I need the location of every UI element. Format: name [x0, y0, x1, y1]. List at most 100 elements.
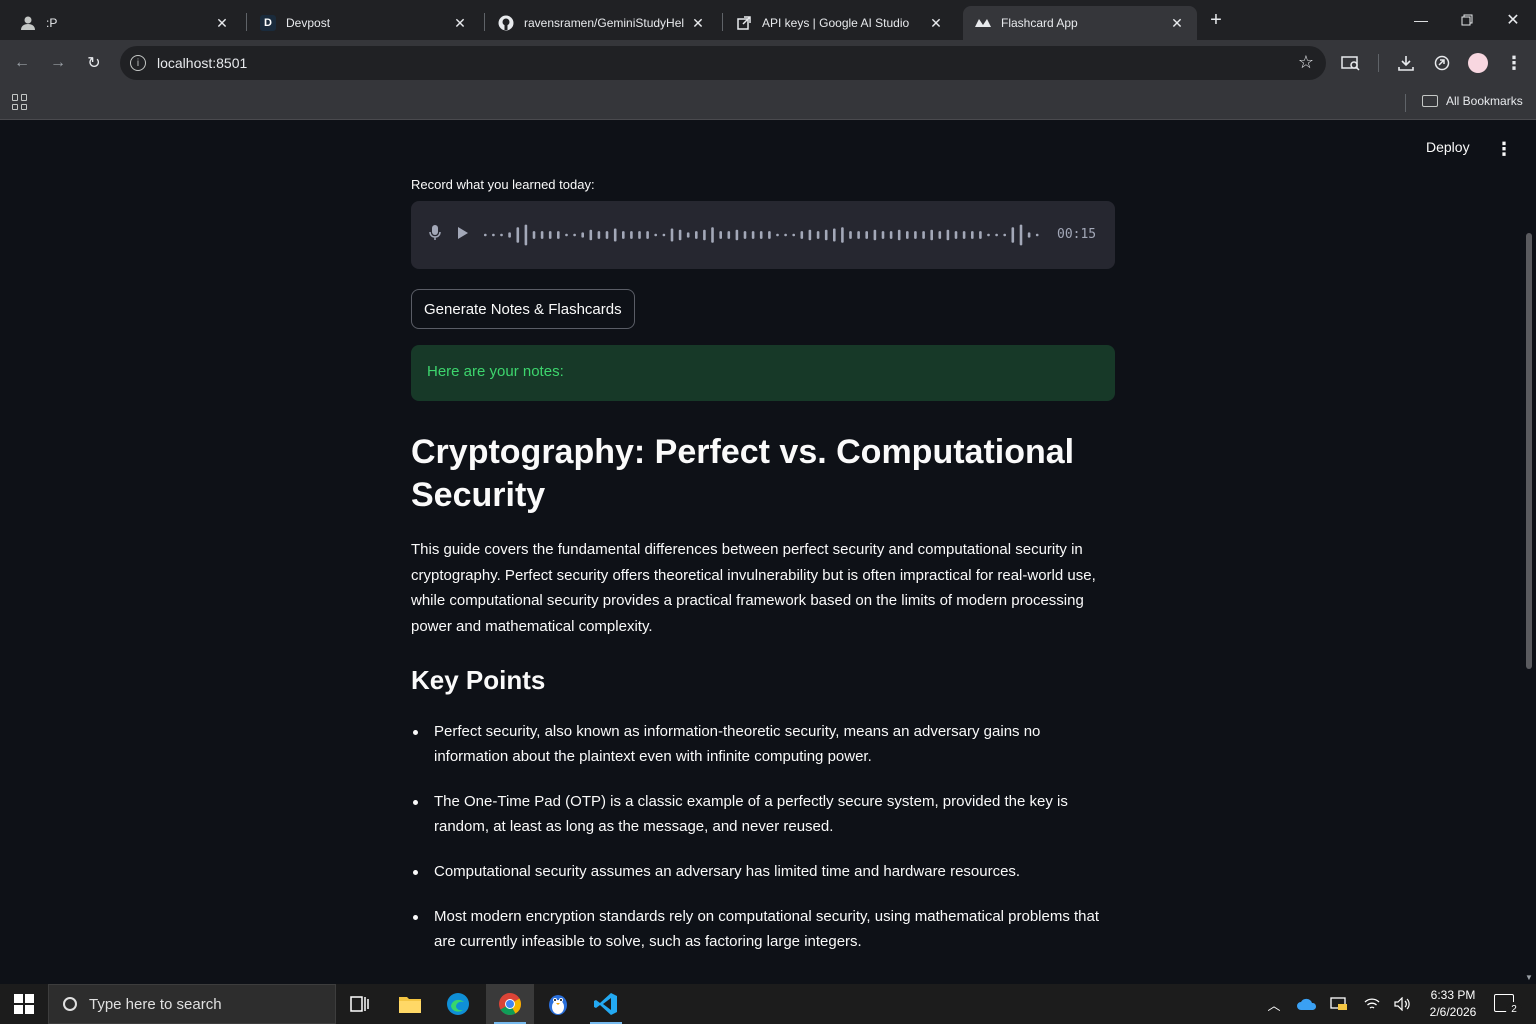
tab-profile[interactable]: :P ✕ — [8, 6, 242, 40]
vscode-icon[interactable] — [582, 984, 630, 1024]
tab-ai-studio[interactable]: API keys | Google AI Studio ✕ — [724, 6, 956, 40]
toolbar-separator — [1378, 54, 1379, 72]
app-menu-icon[interactable]: ⋮ — [1495, 139, 1513, 159]
tab-label: Flashcard App — [1001, 16, 1078, 30]
audio-recorder[interactable]: 00:15 — [411, 201, 1115, 269]
new-tab-icon[interactable]: + — [1206, 10, 1226, 30]
profile-icon — [20, 15, 36, 31]
waveform-bar — [849, 231, 852, 239]
edge-icon[interactable] — [434, 984, 482, 1024]
waveform-bar — [662, 233, 666, 237]
waveform-bar — [1011, 227, 1015, 243]
audio-time: 00:15 — [1057, 227, 1097, 242]
success-message: Here are your notes: — [427, 363, 564, 380]
waveform-bar — [995, 233, 998, 237]
bookmark-star-icon[interactable]: ☆ — [1298, 52, 1314, 73]
windows-taskbar: ︿ 6:33 PM 2/6/2026 2 — [0, 984, 1536, 1024]
waveform-bar — [914, 231, 917, 239]
address-bar[interactable]: i localhost:8501 ☆ — [120, 46, 1326, 80]
waveform-bar — [508, 232, 511, 238]
waveform-bar — [897, 229, 901, 241]
apps-grid-icon[interactable] — [12, 94, 28, 110]
waveform-bar — [930, 229, 933, 241]
url-text: localhost:8501 — [157, 55, 248, 71]
system-clock[interactable]: 6:33 PM 2/6/2026 — [1418, 987, 1488, 1021]
tab-devpost[interactable]: D Devpost ✕ — [248, 6, 480, 40]
waveform-bar — [768, 231, 771, 239]
bookmarks-bar: All Bookmarks — [0, 86, 1536, 120]
tab-github[interactable]: ravensramen/GeminiStudyHelp ✕ — [486, 6, 718, 40]
play-icon[interactable] — [458, 227, 468, 239]
key-points-heading: Key Points — [411, 665, 546, 695]
close-icon[interactable]: ✕ — [214, 15, 230, 31]
scrollbar[interactable] — [1526, 233, 1532, 669]
all-bookmarks-button[interactable]: All Bookmarks — [1422, 94, 1523, 108]
devpost-icon: D — [260, 15, 276, 31]
waveform-bar — [654, 233, 657, 237]
waveform-bar — [711, 227, 714, 243]
forward-icon[interactable]: → — [46, 51, 70, 75]
streamlit-app: Deploy ⋮ ▼ Record what you learned today… — [0, 121, 1536, 984]
scroll-down-icon[interactable]: ▼ — [1525, 973, 1533, 982]
windows-start-icon[interactable] — [14, 994, 34, 1014]
waveform-bar — [532, 231, 536, 239]
waveform-bar — [638, 231, 641, 239]
generate-notes-button[interactable]: Generate Notes & Flashcards — [411, 289, 635, 329]
window-close-icon[interactable]: ✕ — [1490, 0, 1536, 40]
waveform-bar — [906, 231, 909, 239]
waveform-bar — [565, 233, 568, 237]
extensions-icon[interactable] — [1431, 52, 1453, 74]
tab-search-icon[interactable] — [1340, 52, 1362, 74]
taskbar-search[interactable] — [48, 984, 336, 1024]
waveform-bar — [670, 228, 674, 242]
waveform-bar — [719, 231, 722, 239]
tab-separator — [722, 13, 723, 31]
task-view-icon[interactable] — [336, 984, 384, 1024]
waveform-bar — [808, 229, 812, 241]
microphone-icon[interactable] — [429, 225, 441, 244]
waveform-bar — [500, 233, 503, 237]
profile-avatar[interactable] — [1468, 53, 1488, 73]
close-icon[interactable]: ✕ — [452, 15, 468, 31]
close-icon[interactable]: ✕ — [1169, 15, 1185, 31]
waveform-bar — [776, 233, 779, 237]
waveform-bar — [743, 231, 747, 239]
close-icon[interactable]: ✕ — [928, 15, 944, 31]
waveform-bar — [873, 229, 877, 241]
record-label: Record what you learned today: — [411, 177, 595, 192]
audio-waveform[interactable] — [484, 221, 1044, 249]
waveform-bar — [703, 229, 706, 241]
download-icon[interactable] — [1395, 52, 1417, 74]
volume-icon[interactable] — [1392, 994, 1412, 1014]
bookmarks-separator — [1405, 94, 1406, 112]
tab-label: :P — [46, 16, 58, 30]
back-icon[interactable]: ← — [10, 51, 34, 75]
waveform-bar — [979, 231, 982, 239]
ai-studio-icon — [736, 15, 752, 31]
browser-menu-icon[interactable]: ⋮ — [1503, 52, 1525, 74]
browser-toolbar: ← → ↻ i localhost:8501 ☆ ⋮ — [0, 40, 1536, 86]
wifi-icon[interactable] — [1362, 994, 1382, 1014]
chrome-icon[interactable] — [486, 984, 534, 1024]
waveform-bar — [524, 224, 528, 246]
taskbar-search-input[interactable] — [89, 995, 309, 1013]
waveform-bar — [605, 231, 609, 239]
search-icon — [63, 997, 77, 1011]
file-explorer-icon[interactable] — [386, 984, 434, 1024]
tray-expand-icon[interactable]: ︿ — [1266, 994, 1282, 1014]
minimize-icon[interactable]: — — [1398, 0, 1444, 40]
onedrive-icon[interactable] — [1296, 994, 1318, 1014]
clock-time: 6:33 PM — [1430, 988, 1476, 1002]
battery-icon[interactable] — [1329, 994, 1349, 1014]
waveform-bar — [727, 231, 731, 239]
restore-icon[interactable] — [1444, 0, 1490, 40]
waveform-bar — [1035, 233, 1039, 237]
tab-label: Devpost — [286, 16, 331, 30]
deploy-button[interactable]: Deploy — [1426, 139, 1470, 155]
close-icon[interactable]: ✕ — [690, 15, 706, 31]
site-info-icon[interactable]: i — [130, 55, 146, 71]
reload-icon[interactable]: ↻ — [82, 51, 106, 75]
penguin-app-icon[interactable] — [534, 984, 582, 1024]
waveform-bar — [622, 231, 625, 239]
tab-flashcard-app[interactable]: Flashcard App ✕ — [963, 6, 1197, 40]
